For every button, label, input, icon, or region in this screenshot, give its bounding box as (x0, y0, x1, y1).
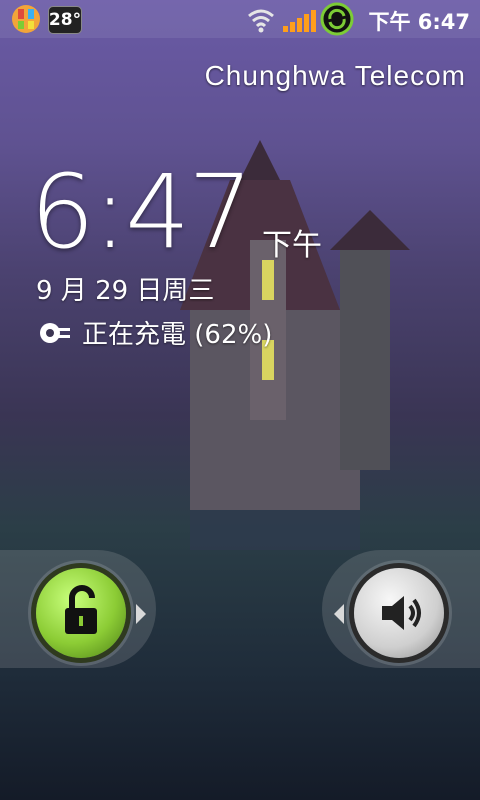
status-time: 下午 6:47 (368, 10, 470, 34)
sound-arrow-icon (334, 604, 344, 624)
signal-icon (283, 10, 316, 32)
temperature-badge: 28° (48, 6, 82, 34)
date-label: 9 月 29 日周三 (36, 276, 215, 306)
unlock-icon (65, 585, 97, 634)
app-icon[interactable] (10, 3, 42, 35)
wifi-icon (248, 9, 274, 33)
unlock-arrow-icon (136, 604, 146, 624)
carrier-label: Chunghwa Telecom (204, 60, 466, 91)
sync-icon (320, 2, 354, 36)
status-bar: 28° 下午 6:47 (0, 0, 480, 38)
charging-plug-icon (40, 322, 70, 343)
charging-text: 正在充電 (62%) (82, 320, 273, 350)
ampm-label: 下午 (262, 228, 322, 263)
sound-toggle-button[interactable] (354, 568, 444, 658)
unlock-button[interactable] (36, 568, 126, 658)
charging-status: 正在充電 (62%) (38, 314, 272, 351)
speaker-icon (382, 596, 421, 630)
wallpaper (0, 0, 480, 800)
clock: 6:47 (30, 153, 253, 272)
